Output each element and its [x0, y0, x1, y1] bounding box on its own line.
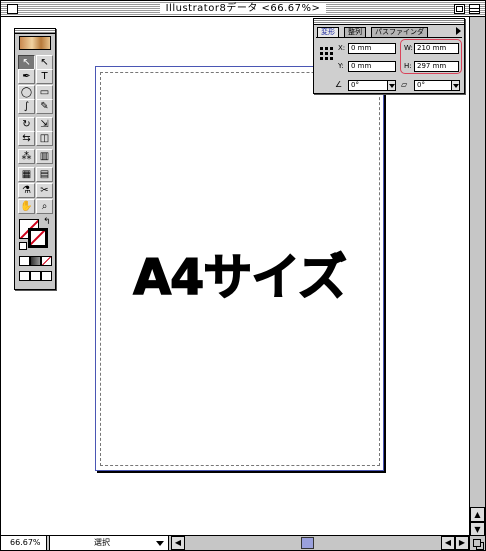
color-mode-icon[interactable]	[19, 256, 30, 266]
shear-angle-dropdown[interactable]	[451, 80, 460, 91]
scale-tool[interactable]: ⇲	[36, 117, 53, 132]
rotate-angle-icon: ∠	[335, 80, 343, 89]
scroll-up-arrow-icon[interactable]: ▲	[470, 507, 485, 522]
horizontal-scroll-thumb[interactable]	[301, 537, 314, 549]
tab-align[interactable]: 整列	[344, 27, 366, 37]
toolbox-palette: ↰ ↖ ↖ ✒ T ◯ ▭ ∫ ✎ ↻ ⇲ ⇆ ◫ ⁂ ▥ ▦ ▤ ⚗ ✂ ✋ ⌕	[14, 28, 56, 290]
artboard[interactable]: A4サイズ	[95, 66, 384, 471]
collapse-box-button[interactable]	[469, 4, 480, 14]
full-screen-menu-mode-icon[interactable]	[30, 271, 41, 281]
zoom-box-button[interactable]	[454, 4, 465, 14]
y-label: Y:	[338, 62, 344, 70]
x-label: X:	[338, 44, 346, 52]
fill-stroke-selector: ↰	[19, 217, 51, 251]
y-field[interactable]: 0 mm	[348, 61, 396, 72]
rotate-angle-dropdown[interactable]	[387, 80, 396, 91]
gradient-mode-icon[interactable]	[30, 256, 41, 266]
stroke-swatch-none[interactable]	[28, 228, 48, 248]
gradient-mesh-tool[interactable]: ▦	[18, 167, 35, 182]
toolbox-drag-bar[interactable]	[15, 29, 55, 34]
selection-tool[interactable]: ↖	[18, 55, 35, 70]
symbol-tool[interactable]: ⁂	[18, 149, 35, 164]
shear-angle-field[interactable]: 0°	[414, 80, 452, 91]
transform-panel-body: X: 0 mm Y: 0 mm W: 210 mm H: 297 mm ∠ 0°…	[316, 37, 462, 92]
paintbrush-tool[interactable]: ∫	[18, 99, 35, 114]
eyedropper-tool[interactable]: ⚗	[18, 183, 35, 198]
vertical-scrollbar[interactable]: ▲ ▼	[469, 17, 485, 537]
window-title-bar[interactable]: Illustrator8データ <66.67%>	[1, 1, 485, 17]
document-window: Illustrator8データ <66.67%> A4サイズ ▲ ▼ 66.67…	[0, 0, 486, 551]
scissors-tool[interactable]: ✂	[36, 183, 53, 198]
reflect-tool[interactable]: ⇆	[18, 131, 35, 146]
shear-angle-icon: ⏥	[401, 80, 408, 89]
none-mode-icon[interactable]	[41, 256, 52, 266]
resize-grow-box[interactable]	[469, 535, 485, 550]
tab-transform[interactable]: 変形	[317, 27, 339, 37]
rotate-tool[interactable]: ↻	[18, 117, 35, 132]
transform-palette: 変形 整列 パスファインダ X: 0 mm Y: 0 mm W: 210 mm …	[313, 18, 465, 94]
hand-tool[interactable]: ✋	[18, 199, 35, 214]
swap-fill-stroke-icon[interactable]: ↰	[43, 217, 51, 227]
rotate-angle-field[interactable]: 0°	[348, 80, 388, 91]
x-field[interactable]: 0 mm	[348, 43, 396, 54]
standard-screen-mode-icon[interactable]	[19, 271, 30, 281]
zoom-tool[interactable]: ⌕	[36, 199, 53, 214]
scroll-left-arrow-icon[interactable]: ◀	[441, 536, 455, 550]
tab-pathfinder[interactable]: パスファインダ	[371, 27, 428, 37]
reference-point-locator[interactable]	[320, 47, 334, 61]
window-title: Illustrator8データ <66.67%>	[1, 2, 485, 16]
type-tool[interactable]: T	[36, 69, 53, 84]
chevron-down-icon	[156, 541, 164, 546]
ellipse-tool[interactable]: ◯	[18, 85, 35, 100]
graph-tool[interactable]: ▥	[36, 149, 53, 164]
scroll-right-arrow-icon[interactable]: ▶	[455, 536, 469, 550]
pencil-tool[interactable]: ✎	[36, 99, 53, 114]
default-colors-icon[interactable]	[19, 242, 27, 250]
scroll-left-arrow-icon[interactable]: ◀	[171, 536, 185, 550]
free-transform-tool[interactable]: ◫	[36, 131, 53, 146]
zoom-level-field[interactable]: 66.67%	[1, 536, 47, 550]
width-height-highlight	[400, 39, 462, 74]
status-info-dropdown[interactable]: 選択	[49, 536, 169, 550]
pen-tool[interactable]: ✒	[18, 69, 35, 84]
illustrator-logo-image[interactable]	[19, 36, 51, 50]
status-info-value: 選択	[94, 538, 110, 547]
direct-selection-tool[interactable]: ↖	[36, 55, 53, 70]
gradient-tool[interactable]: ▤	[36, 167, 53, 182]
artboard-text-a4-size[interactable]: A4サイズ	[96, 238, 383, 309]
status-bar: 66.67% 選択 ◀ ◀ ▶	[1, 535, 485, 550]
palette-drag-bar[interactable]	[314, 19, 464, 25]
rectangle-tool[interactable]: ▭	[36, 85, 53, 100]
palette-menu-arrow-icon[interactable]	[456, 27, 461, 35]
full-screen-mode-icon[interactable]	[41, 271, 52, 281]
